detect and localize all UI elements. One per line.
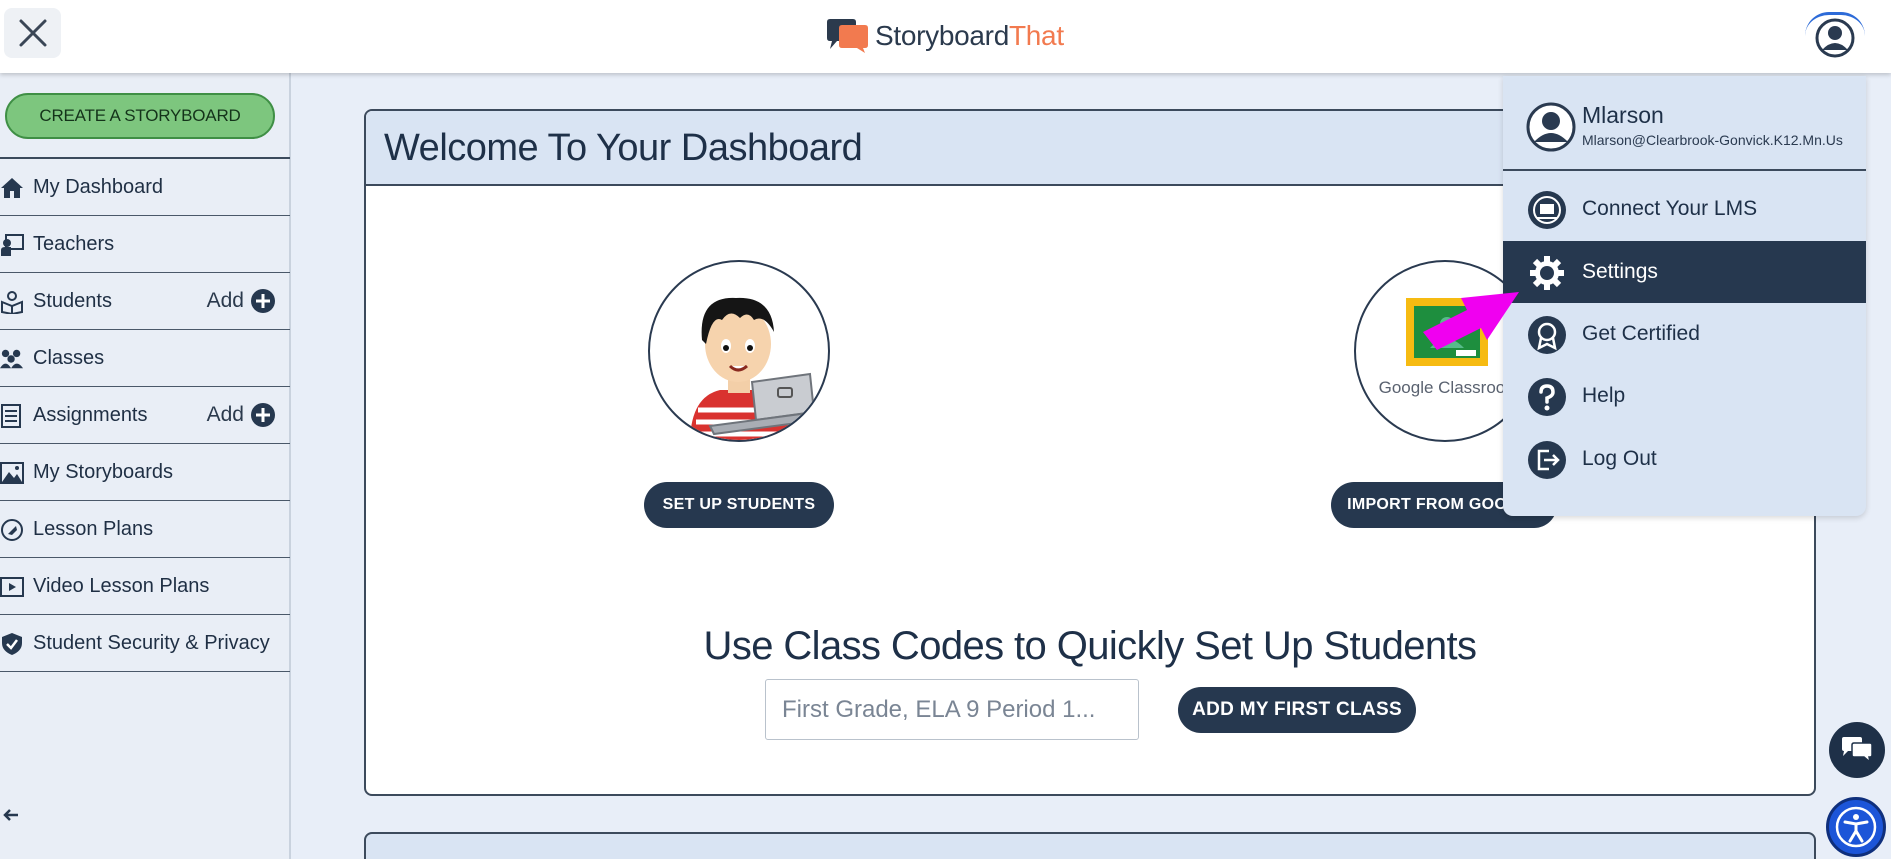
sidebar: CREATE A STORYBOARD My Dashboard Teacher…	[0, 73, 291, 859]
sidebar-item-label: Student Security & Privacy	[33, 631, 270, 654]
chat-button[interactable]	[1829, 722, 1885, 778]
student-with-laptop-image	[690, 297, 822, 440]
class-codes-heading: Use Class Codes to Quickly Set Up Studen…	[703, 624, 1478, 668]
user-menu-button[interactable]	[1805, 12, 1865, 60]
secondary-card	[364, 832, 1816, 859]
sidebar-item-classes[interactable]: Classes	[0, 330, 290, 387]
menu-item-label: Connect Your LMS	[1582, 197, 1758, 220]
add-label: Add	[206, 403, 244, 426]
add-label: Add	[206, 289, 244, 312]
user-dropdown-menu: Mlarson Mlarson@Clearbrook-Gonvick.K12.M…	[1503, 76, 1866, 516]
gear-icon	[1527, 253, 1567, 293]
home-icon	[0, 176, 24, 200]
menu-item-help[interactable]: Help	[1503, 365, 1866, 427]
accessibility-button[interactable]	[1826, 797, 1886, 857]
accessibility-icon	[1835, 806, 1877, 848]
image-icon	[0, 461, 24, 485]
class-name-input[interactable]	[765, 679, 1139, 740]
create-storyboard-button[interactable]: CREATE A STORYBOARD	[5, 93, 275, 139]
student-illustration	[648, 260, 830, 442]
logout-icon	[1527, 440, 1567, 480]
menu-item-label: Settings	[1582, 260, 1658, 283]
user-name: Mlarson	[1582, 102, 1664, 128]
menu-item-settings[interactable]: Settings	[1503, 241, 1866, 303]
menu-item-label: Log Out	[1582, 447, 1657, 470]
lms-icon	[1527, 190, 1567, 230]
sidebar-item-teachers[interactable]: Teachers	[0, 216, 290, 273]
menu-item-label: Help	[1582, 384, 1626, 407]
sidebar-item-label: Classes	[33, 346, 105, 369]
sidebar-item-label: Video Lesson Plans	[33, 574, 210, 597]
sidebar-nav: My Dashboard Teachers Students Add Class…	[0, 157, 290, 672]
sidebar-item-label: Students	[33, 289, 112, 312]
close-icon	[19, 19, 46, 47]
close-button[interactable]	[4, 8, 61, 58]
user-email: Mlarson@Clearbrook-Gonvick.K12.Mn.Us	[1582, 132, 1843, 148]
add-student-button[interactable]: Add	[207, 288, 276, 314]
add-assignment-button[interactable]: Add	[207, 402, 276, 428]
set-up-students-button[interactable]: SET UP STUDENTS	[644, 482, 834, 528]
shield-icon	[0, 632, 24, 656]
menu-item-connect-lms[interactable]: Connect Your LMS	[1503, 178, 1866, 240]
sidebar-item-students[interactable]: Students Add	[0, 273, 290, 330]
sidebar-item-my-dashboard[interactable]: My Dashboard	[0, 159, 290, 216]
sidebar-item-label: Lesson Plans	[33, 517, 154, 540]
menu-user-info: Mlarson Mlarson@Clearbrook-Gonvick.K12.M…	[1503, 76, 1866, 171]
top-bar: StoryboardThat	[0, 0, 1891, 73]
page-title: Welcome To Your Dashboard	[384, 127, 863, 169]
classes-icon	[0, 347, 24, 371]
sidebar-item-label: Teachers	[33, 232, 115, 255]
plus-circle-icon	[251, 289, 275, 313]
sidebar-item-my-storyboards[interactable]: My Storyboards	[0, 444, 290, 501]
assignments-icon	[0, 404, 24, 428]
menu-item-label: Get Certified	[1582, 322, 1700, 345]
logo-text: StoryboardThat	[875, 20, 1064, 51]
certificate-icon	[1527, 315, 1567, 355]
sidebar-item-label: My Dashboard	[33, 175, 164, 198]
arrow-left-icon	[3, 809, 18, 821]
student-icon	[0, 290, 24, 314]
help-icon	[1527, 377, 1567, 417]
collapse-sidebar-button[interactable]	[2, 808, 22, 828]
sidebar-item-assignments[interactable]: Assignments Add	[0, 387, 290, 444]
sidebar-item-lesson-plans[interactable]: Lesson Plans	[0, 501, 290, 558]
storyboardthat-logo[interactable]: StoryboardThat	[825, 18, 1064, 54]
chat-icon	[1842, 737, 1873, 764]
teacher-icon	[0, 233, 24, 257]
sidebar-item-label: My Storyboards	[33, 460, 174, 483]
sidebar-item-label: Assignments	[33, 403, 148, 426]
sidebar-item-student-security[interactable]: Student Security & Privacy	[0, 615, 290, 672]
speech-bubbles-icon	[827, 19, 868, 53]
add-first-class-button[interactable]: ADD MY FIRST CLASS	[1178, 687, 1416, 733]
sidebar-item-video-lesson-plans[interactable]: Video Lesson Plans	[0, 558, 290, 615]
video-icon	[0, 575, 24, 599]
user-avatar-icon	[1815, 18, 1855, 57]
menu-item-get-certified[interactable]: Get Certified	[1503, 303, 1866, 365]
user-avatar-icon	[1526, 102, 1576, 152]
menu-item-log-out[interactable]: Log Out	[1503, 428, 1866, 490]
lesson-plans-icon	[0, 518, 24, 542]
plus-circle-icon	[251, 403, 275, 427]
